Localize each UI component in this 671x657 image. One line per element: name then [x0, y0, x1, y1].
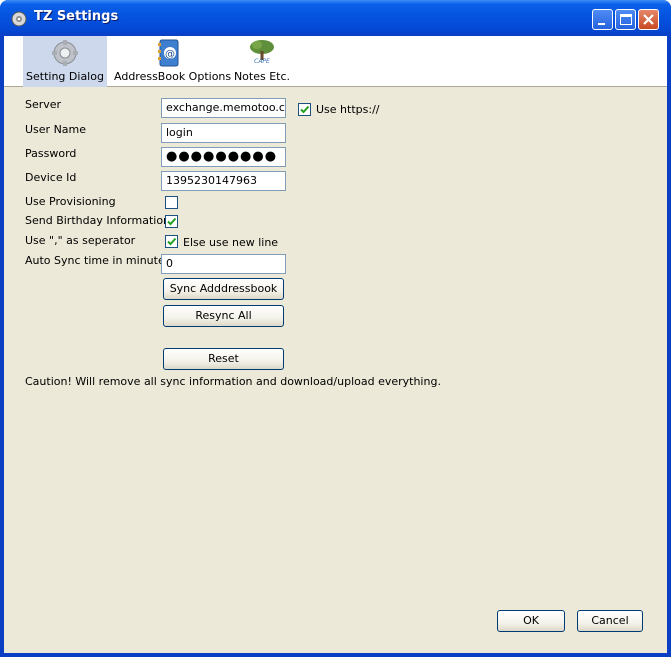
icon-caption: CAPE	[254, 58, 270, 65]
check-icon	[167, 217, 177, 226]
tab-addressbook-options[interactable]: @ AddressBook Options	[114, 36, 232, 87]
settings-window: TZ Settings Setting Dialog @ AddressBook…	[0, 0, 671, 657]
use-https-label: Use https://	[316, 103, 380, 116]
ok-button[interactable]: OK	[497, 610, 565, 632]
username-label: User Name	[25, 123, 87, 136]
tab-notes-etc[interactable]: CAPE Notes Etc.	[232, 36, 292, 87]
gear-icon	[52, 40, 78, 66]
minimize-button[interactable]	[592, 9, 613, 30]
window-title: TZ Settings	[34, 9, 119, 24]
close-icon	[643, 14, 654, 25]
settings-toolbar: Setting Dialog @ AddressBook Options CAP…	[4, 36, 667, 87]
send-birthday-label: Send Birthday Information	[25, 214, 171, 227]
separator-label: Use "," as seperator	[25, 234, 136, 247]
check-icon	[300, 105, 310, 114]
use-provisioning-checkbox[interactable]	[165, 196, 178, 209]
minimize-icon	[598, 23, 605, 25]
password-label: Password	[25, 147, 77, 160]
app-icon	[11, 11, 27, 27]
auto-sync-field[interactable]: 0	[161, 254, 286, 274]
server-label: Server	[25, 98, 62, 111]
maximize-button[interactable]	[615, 9, 636, 30]
tab-label: AddressBook Options	[114, 70, 232, 83]
tab-label: Setting Dialog	[26, 70, 104, 83]
use-https-checkbox[interactable]	[298, 103, 311, 116]
check-icon	[167, 237, 177, 246]
cancel-button[interactable]: Cancel	[577, 610, 643, 632]
close-button[interactable]	[638, 9, 659, 30]
send-birthday-checkbox[interactable]	[165, 215, 178, 228]
server-field[interactable]: exchange.memotoo.com	[161, 98, 286, 118]
auto-sync-label: Auto Sync time in minutes	[25, 254, 171, 267]
else-new-line-label: Else use new line	[183, 236, 279, 249]
reset-button[interactable]: Reset	[163, 348, 284, 370]
tab-setting-dialog[interactable]: Setting Dialog	[23, 36, 107, 87]
password-field[interactable]: ●●●●●●●●●	[161, 147, 286, 167]
maximize-icon	[620, 14, 632, 25]
device-id-field[interactable]: 1395230147963	[161, 171, 286, 191]
resync-all-button[interactable]: Resync All	[163, 305, 284, 327]
caution-text: Caution! Will remove all sync informatio…	[25, 375, 441, 388]
device-id-label: Device Id	[25, 171, 77, 184]
svg-text:@: @	[165, 49, 175, 60]
username-field[interactable]: login	[161, 123, 286, 143]
dialog-body: Setting Dialog @ AddressBook Options CAP…	[4, 36, 667, 653]
use-provisioning-label: Use Provisioning	[25, 195, 116, 208]
sync-addressbook-button[interactable]: Sync Adddressbook	[163, 278, 284, 300]
title-bar[interactable]: TZ Settings	[0, 0, 671, 36]
tab-label: Notes Etc.	[233, 70, 291, 83]
address-book-icon: @	[158, 39, 179, 67]
separator-checkbox[interactable]	[165, 235, 178, 248]
